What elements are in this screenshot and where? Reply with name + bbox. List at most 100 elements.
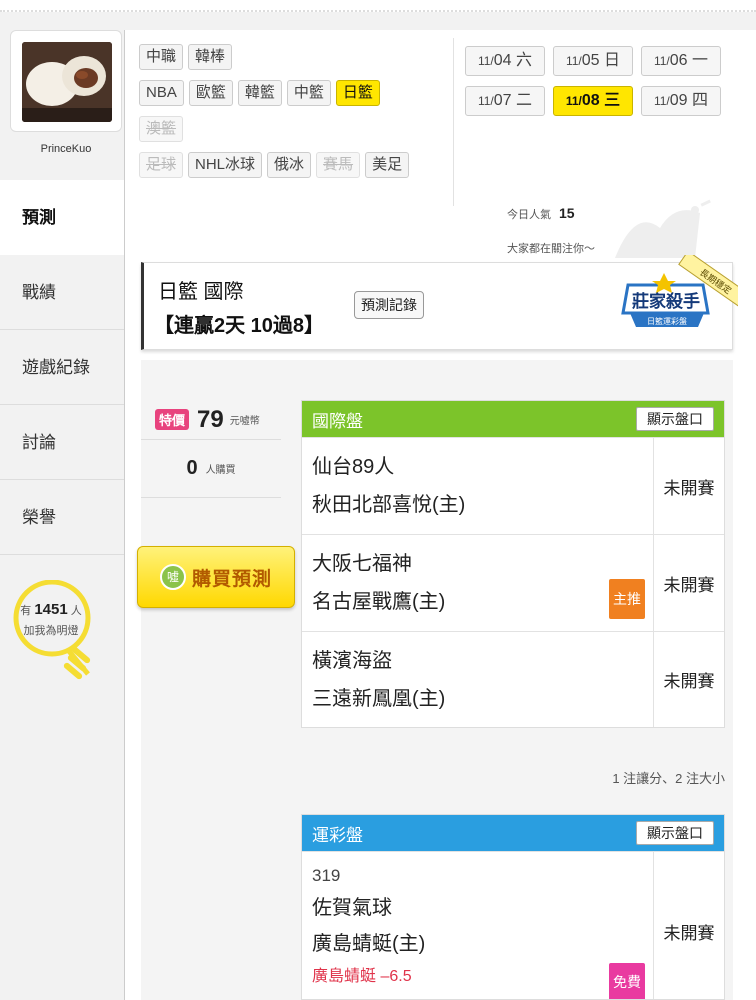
- game-row[interactable]: 仙台89人 秋田北部喜悅(主) 未開賽: [302, 437, 724, 534]
- league-name: 日籃 國際: [158, 281, 244, 303]
- buyers-unit: 人購買: [205, 465, 236, 476]
- away-team: 佐賀氣球: [312, 897, 392, 919]
- special-price-badge: 特價: [155, 409, 190, 430]
- sidebar-item-record[interactable]: 戰績: [0, 255, 124, 330]
- international-board: 國際盤 顯示盤口 仙台89人 秋田北部喜悅(主) 未開賽 大阪七福神 名古屋戰鷹…: [301, 400, 725, 728]
- league-streak: 【連贏2天 10過8】: [154, 315, 325, 337]
- sidebar-item-game-log[interactable]: 遊戲紀錄: [0, 330, 124, 405]
- game-teams: 大阪七福神 名古屋戰鷹(主) 主推: [302, 535, 654, 631]
- date-month: 11/: [565, 94, 582, 108]
- prediction-record-button[interactable]: 預測記錄: [354, 291, 424, 319]
- date-weekday: 一: [692, 52, 709, 69]
- home-team: 三遠新鳳凰(主): [312, 688, 446, 710]
- main-panel: 中職 韓棒 NBA 歐籃 韓籃 中籃 日籃 澳籃 足球 NHL冰球 俄冰 賽馬 …: [124, 30, 756, 1000]
- filter-horse-racing: 賽馬: [316, 152, 361, 178]
- watching-text: 大家都在關注你～: [507, 243, 595, 255]
- fans-count: 1451: [34, 601, 68, 618]
- filter-nhl[interactable]: NHL冰球: [188, 152, 263, 178]
- price-value: 79: [197, 405, 224, 433]
- date-day: 09: [669, 92, 688, 109]
- show-odds-button[interactable]: 顯示盤口: [636, 407, 714, 431]
- bet-summary: 1 注讓分、2 注大小: [612, 771, 725, 786]
- game-status: 未開賽: [663, 575, 715, 595]
- badge-subtitle: 日籃運彩盤: [647, 316, 687, 326]
- game-teams: 319 佐賀氣球 廣島蜻蜓(主) 廣島蜻蜓 –6.5 免費: [302, 852, 654, 999]
- profile-card[interactable]: [10, 30, 122, 132]
- filter-cpbl[interactable]: 中職: [139, 44, 184, 70]
- fans-prefix: 有: [20, 605, 32, 617]
- away-team: 橫濱海盜: [312, 650, 392, 672]
- date-1104[interactable]: 11/04 六: [465, 46, 545, 76]
- game-teams: 仙台89人 秋田北部喜悅(主): [302, 438, 654, 534]
- fans-lightbulb[interactable]: 有 1451 人 加我為明燈: [6, 580, 118, 690]
- filter-nba[interactable]: NBA: [139, 80, 184, 106]
- date-picker: 11/04 六 11/05 日 11/06 一 11/07 二 11/08 三 …: [465, 46, 745, 126]
- popularity-label: 今日人氣: [507, 209, 551, 221]
- filter-kbo[interactable]: 韓棒: [188, 44, 233, 70]
- date-day: 07: [493, 92, 512, 109]
- away-team: 大阪七福神: [312, 553, 412, 575]
- today-popularity: 今日人氣 15: [507, 205, 575, 222]
- sidebar-item-honors[interactable]: 榮譽: [0, 480, 124, 555]
- game-status: 未開賽: [663, 672, 715, 691]
- popularity-value: 15: [559, 205, 575, 221]
- filter-american-football[interactable]: 美足: [365, 152, 410, 178]
- date-day: 06: [669, 52, 688, 69]
- date-month: 11/: [565, 54, 582, 68]
- filter-korea-basketball[interactable]: 韓籃: [237, 80, 282, 106]
- price-row: 特價 79 元噓幣: [141, 400, 281, 440]
- show-odds-button[interactable]: 顯示盤口: [636, 821, 714, 845]
- avatar-image: [22, 42, 112, 122]
- league-header: 日籃 國際 【連贏2天 10過8】 預測記錄 長期穩定 莊家殺手 日籃運彩盤: [141, 255, 738, 350]
- buy-prediction-label: 購買預測: [191, 568, 272, 590]
- game-status: 未開賽: [663, 924, 715, 943]
- purchase-panel: 特價 79 元噓幣 0 人購買: [141, 400, 281, 498]
- date-month: 11/: [477, 54, 494, 68]
- filter-soccer: 足球: [139, 152, 184, 178]
- date-1108[interactable]: 11/08 三: [553, 86, 633, 116]
- date-day: 05: [581, 52, 600, 69]
- game-status: 未開賽: [663, 478, 715, 498]
- avatar[interactable]: [22, 42, 112, 122]
- home-team: 名古屋戰鷹(主): [312, 591, 446, 613]
- content-area: 特價 79 元噓幣 0 人購買 噓 購買預測 國際盤 顯示盤口 仙台89人 秋田…: [137, 360, 733, 1000]
- fans-text: 有 1451 人 加我為明燈: [6, 600, 96, 641]
- date-weekday: 四: [692, 92, 709, 109]
- spread-pick: 廣島蜻蜓 –6.5: [312, 968, 412, 985]
- badge-title: 莊家殺手: [632, 291, 700, 312]
- sport-filters: 中職 韓棒 NBA 歐籃 韓籃 中籃 日籃 澳籃 足球 NHL冰球 俄冰 賽馬 …: [125, 30, 455, 210]
- filter-russia-hockey[interactable]: 俄冰: [267, 152, 312, 178]
- date-month: 11/: [653, 94, 670, 108]
- recommended-badge: 主推: [609, 579, 645, 619]
- coin-icon: 噓: [159, 564, 186, 590]
- date-1107[interactable]: 11/07 二: [465, 86, 545, 116]
- game-row[interactable]: 橫濱海盜 三遠新鳳凰(主) 未開賽: [302, 631, 724, 727]
- sidebar-item-discussion[interactable]: 討論: [0, 405, 124, 480]
- international-board-title: 國際盤: [312, 411, 363, 431]
- filter-japan-basketball[interactable]: 日籃: [335, 80, 380, 106]
- filter-euro-basketball[interactable]: 歐籃: [188, 80, 233, 106]
- price-unit: 元噓幣: [229, 416, 260, 427]
- date-1105[interactable]: 11/05 日: [553, 46, 633, 76]
- game-row[interactable]: 319 佐賀氣球 廣島蜻蜓(主) 廣島蜻蜓 –6.5 免費 未開賽: [302, 851, 724, 999]
- game-id: 319: [312, 866, 341, 885]
- filter-australia-basketball: 澳籃: [139, 116, 184, 142]
- fans-suffix: 人: [70, 605, 82, 617]
- buy-prediction-button[interactable]: 噓 購買預測: [137, 546, 295, 608]
- date-month: 11/: [477, 94, 494, 108]
- username[interactable]: PrinceKuo: [10, 143, 122, 155]
- date-1106[interactable]: 11/06 一: [641, 46, 721, 76]
- sidebar-nav: 預測 戰績 遊戲紀錄 討論 榮譽: [0, 180, 124, 555]
- home-team: 廣島蜻蜓(主): [312, 933, 426, 955]
- lottery-board-title: 運彩盤: [312, 825, 363, 845]
- free-badge: 免費: [609, 963, 645, 999]
- buyers-count: 0 人購買: [141, 440, 281, 498]
- filter-china-basketball[interactable]: 中籃: [286, 80, 331, 106]
- date-1109[interactable]: 11/09 四: [641, 86, 721, 116]
- date-day: 04: [493, 52, 512, 69]
- lottery-board: 運彩盤 顯示盤口 319 佐賀氣球 廣島蜻蜓(主) 廣島蜻蜓 –6.5 免費 未…: [301, 814, 725, 1000]
- sidebar-item-predict[interactable]: 預測: [0, 180, 124, 255]
- buyers-value: 0: [186, 457, 198, 479]
- date-weekday: 日: [604, 52, 621, 69]
- game-row[interactable]: 大阪七福神 名古屋戰鷹(主) 主推 未開賽: [302, 534, 724, 631]
